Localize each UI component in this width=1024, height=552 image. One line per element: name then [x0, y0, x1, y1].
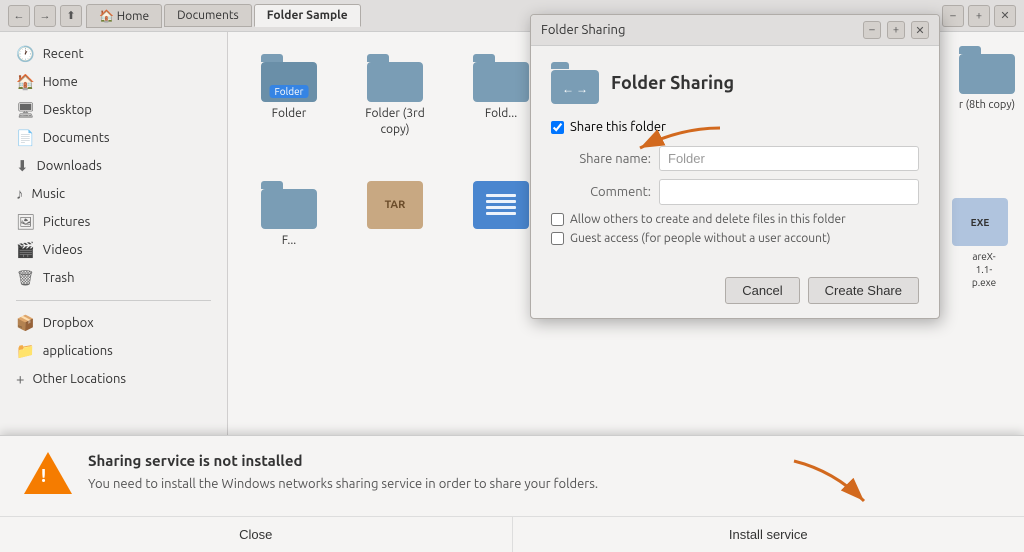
close-button[interactable]: Close — [0, 517, 513, 552]
warning-icon — [24, 452, 72, 500]
dialog-minimize-button[interactable]: – — [863, 21, 881, 39]
share-arrow-right: → — [576, 82, 588, 96]
share-name-row: Share name: — [551, 146, 919, 171]
create-share-button[interactable]: Create Share — [808, 277, 919, 304]
warning-description: You need to install the Windows networks… — [88, 475, 1000, 495]
share-folder-checkbox[interactable] — [551, 121, 564, 134]
share-folder-label[interactable]: Share this folder — [570, 120, 666, 134]
warning-footer: Close Install service — [0, 516, 1024, 552]
share-name-label: Share name: — [551, 152, 651, 166]
allow-create-delete-label[interactable]: Allow others to create and delete files … — [570, 213, 846, 226]
dialog-heading: Folder Sharing — [611, 73, 734, 93]
warning-body: Sharing service is not installed You nee… — [0, 436, 1024, 516]
comment-label: Comment: — [551, 185, 651, 199]
dialog-header: ← → Folder Sharing — [551, 62, 919, 104]
dialog-close-button[interactable]: ✕ — [911, 21, 929, 39]
warning-triangle-shape — [24, 452, 72, 494]
warning-title: Sharing service is not installed — [88, 452, 1000, 469]
guest-access-row: Guest access (for people without a user … — [551, 232, 919, 245]
share-folder-icon: ← → — [551, 62, 599, 104]
dialog-body: ← → Folder Sharing Share this folder Sha… — [531, 46, 939, 267]
dialog-controls: – + ✕ — [863, 21, 929, 39]
warning-dialog: Sharing service is not installed You nee… — [0, 435, 1024, 552]
folder-sharing-dialog: Folder Sharing – + ✕ ← → Folder — [530, 14, 940, 319]
allow-create-delete-checkbox[interactable] — [551, 213, 564, 226]
allow-create-delete-row: Allow others to create and delete files … — [551, 213, 919, 226]
comment-input-area[interactable] — [659, 179, 919, 205]
install-service-button[interactable]: Install service — [513, 517, 1024, 552]
guest-access-checkbox[interactable] — [551, 232, 564, 245]
share-this-folder-row: Share this folder — [551, 120, 919, 134]
cancel-button[interactable]: Cancel — [725, 277, 799, 304]
dialog-maximize-button[interactable]: + — [887, 21, 905, 39]
share-arrow-left: ← — [562, 82, 574, 96]
dialog-title: Folder Sharing — [541, 23, 625, 37]
guest-access-label[interactable]: Guest access (for people without a user … — [570, 232, 831, 245]
warning-text-area: Sharing service is not installed You nee… — [88, 452, 1000, 495]
comment-row: Comment: — [551, 179, 919, 205]
dialog-footer: Cancel Create Share — [531, 267, 939, 318]
dialog-title-bar: Folder Sharing – + ✕ — [531, 15, 939, 46]
share-name-input[interactable] — [659, 146, 919, 171]
